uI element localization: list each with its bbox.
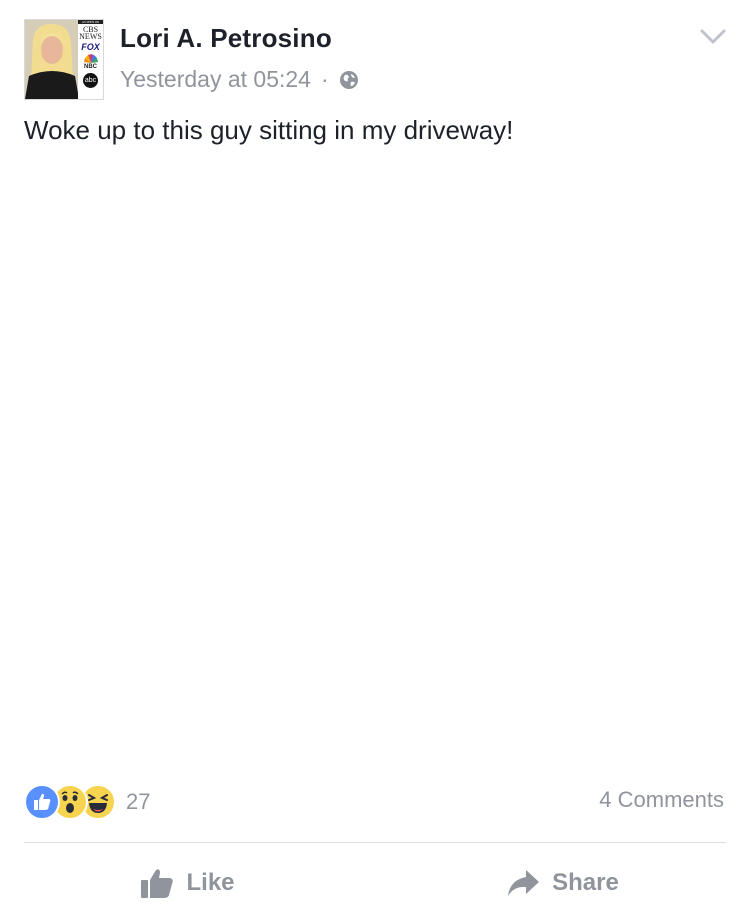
- timestamp[interactable]: Yesterday at 05:24: [120, 66, 311, 93]
- post-meta: Yesterday at 05:24 ·: [120, 66, 359, 93]
- like-icon: [24, 784, 60, 820]
- author-name[interactable]: Lori A. Petrosino: [120, 23, 332, 54]
- post-header: AS SEEN ON CBS NEWS FOX NBC abc Lori A. …: [24, 19, 726, 101]
- fox-logo: FOX: [81, 42, 100, 52]
- globe-icon: [339, 70, 358, 89]
- like-label: Like: [186, 869, 235, 896]
- post-actions: Like Share: [0, 856, 750, 910]
- share-label: Share: [552, 869, 619, 896]
- nbc-peacock-icon: [83, 54, 98, 63]
- share-arrow-icon: [508, 870, 540, 896]
- like-button[interactable]: Like: [0, 856, 375, 910]
- reactions-summary[interactable]: 27: [24, 784, 150, 820]
- nbc-logo: NBC: [84, 64, 97, 70]
- abc-logo: abc: [83, 73, 98, 88]
- comments-count-link[interactable]: 4 Comments: [599, 787, 724, 813]
- share-button[interactable]: Share: [375, 856, 750, 910]
- cbs-news-logo: CBS NEWS: [79, 25, 102, 41]
- post-text: Woke up to this guy sitting in my drivew…: [24, 115, 514, 145]
- reaction-count: 27: [126, 789, 151, 814]
- media-logos: AS SEEN ON CBS NEWS FOX NBC abc: [78, 20, 103, 99]
- avatar[interactable]: AS SEEN ON CBS NEWS FOX NBC abc: [24, 19, 104, 100]
- profile-photo: [25, 20, 79, 99]
- divider: [24, 842, 726, 843]
- as-seen-on-banner: AS SEEN ON: [78, 20, 103, 24]
- thumbs-up-icon: [141, 869, 174, 898]
- chevron-down-icon[interactable]: [700, 29, 726, 45]
- post-image[interactable]: [0, 160, 750, 760]
- meta-separator: ·: [320, 66, 329, 92]
